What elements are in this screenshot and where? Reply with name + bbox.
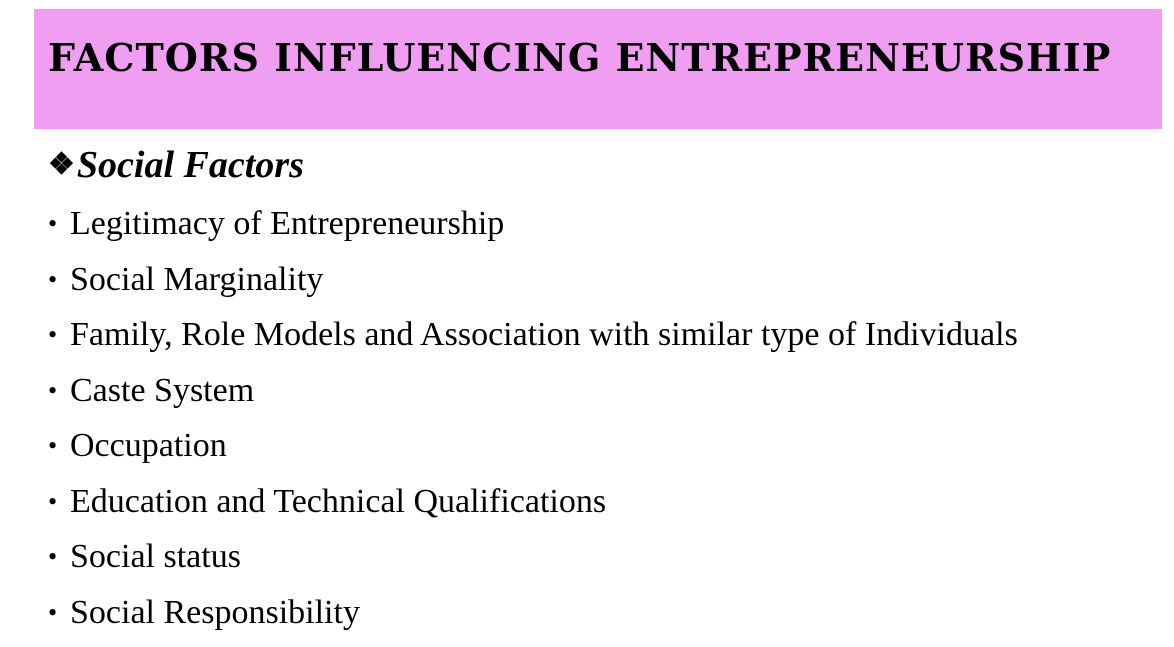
list-item: •Family, Role Models and Association wit… [48,314,1018,370]
diamond-bullet-icon: ❖ [48,148,75,181]
bullet-icon: • [48,314,70,356]
list-item-label: Occupation [70,427,227,464]
bullet-icon: • [48,203,70,245]
list-item-label: Legitimacy of Entrepreneurship [70,205,504,242]
list-item: •Social Responsibility [48,592,1018,647]
factor-list: •Legitimacy of Entrepreneurship •Social … [48,203,1018,647]
bullet-icon: • [48,425,70,467]
list-item-label: Social status [70,538,241,575]
title-banner: FACTORS INFLUENCING ENTREPRENEURSHIP [34,9,1162,129]
list-item-label: Social Responsibility [70,594,360,631]
section-heading: ❖Social Factors [48,145,304,187]
bullet-icon: • [48,592,70,634]
list-item-label: Family, Role Models and Association with… [70,316,1018,353]
list-item-label: Social Marginality [70,261,323,298]
list-item: •Occupation [48,425,1018,481]
list-item-label: Education and Technical Qualifications [70,483,606,520]
bullet-icon: • [48,536,70,578]
list-item: •Legitimacy of Entrepreneurship [48,203,1018,259]
bullet-icon: • [48,259,70,301]
page-title: FACTORS INFLUENCING ENTREPRENEURSHIP [48,39,1111,77]
list-item: •Caste System [48,370,1018,426]
bullet-icon: • [48,370,70,412]
section-heading-label: Social Factors [77,144,304,186]
bullet-icon: • [48,481,70,523]
list-item: •Social Marginality [48,259,1018,315]
list-item: •Social status [48,536,1018,592]
list-item: •Education and Technical Qualifications [48,481,1018,537]
list-item-label: Caste System [70,372,254,409]
